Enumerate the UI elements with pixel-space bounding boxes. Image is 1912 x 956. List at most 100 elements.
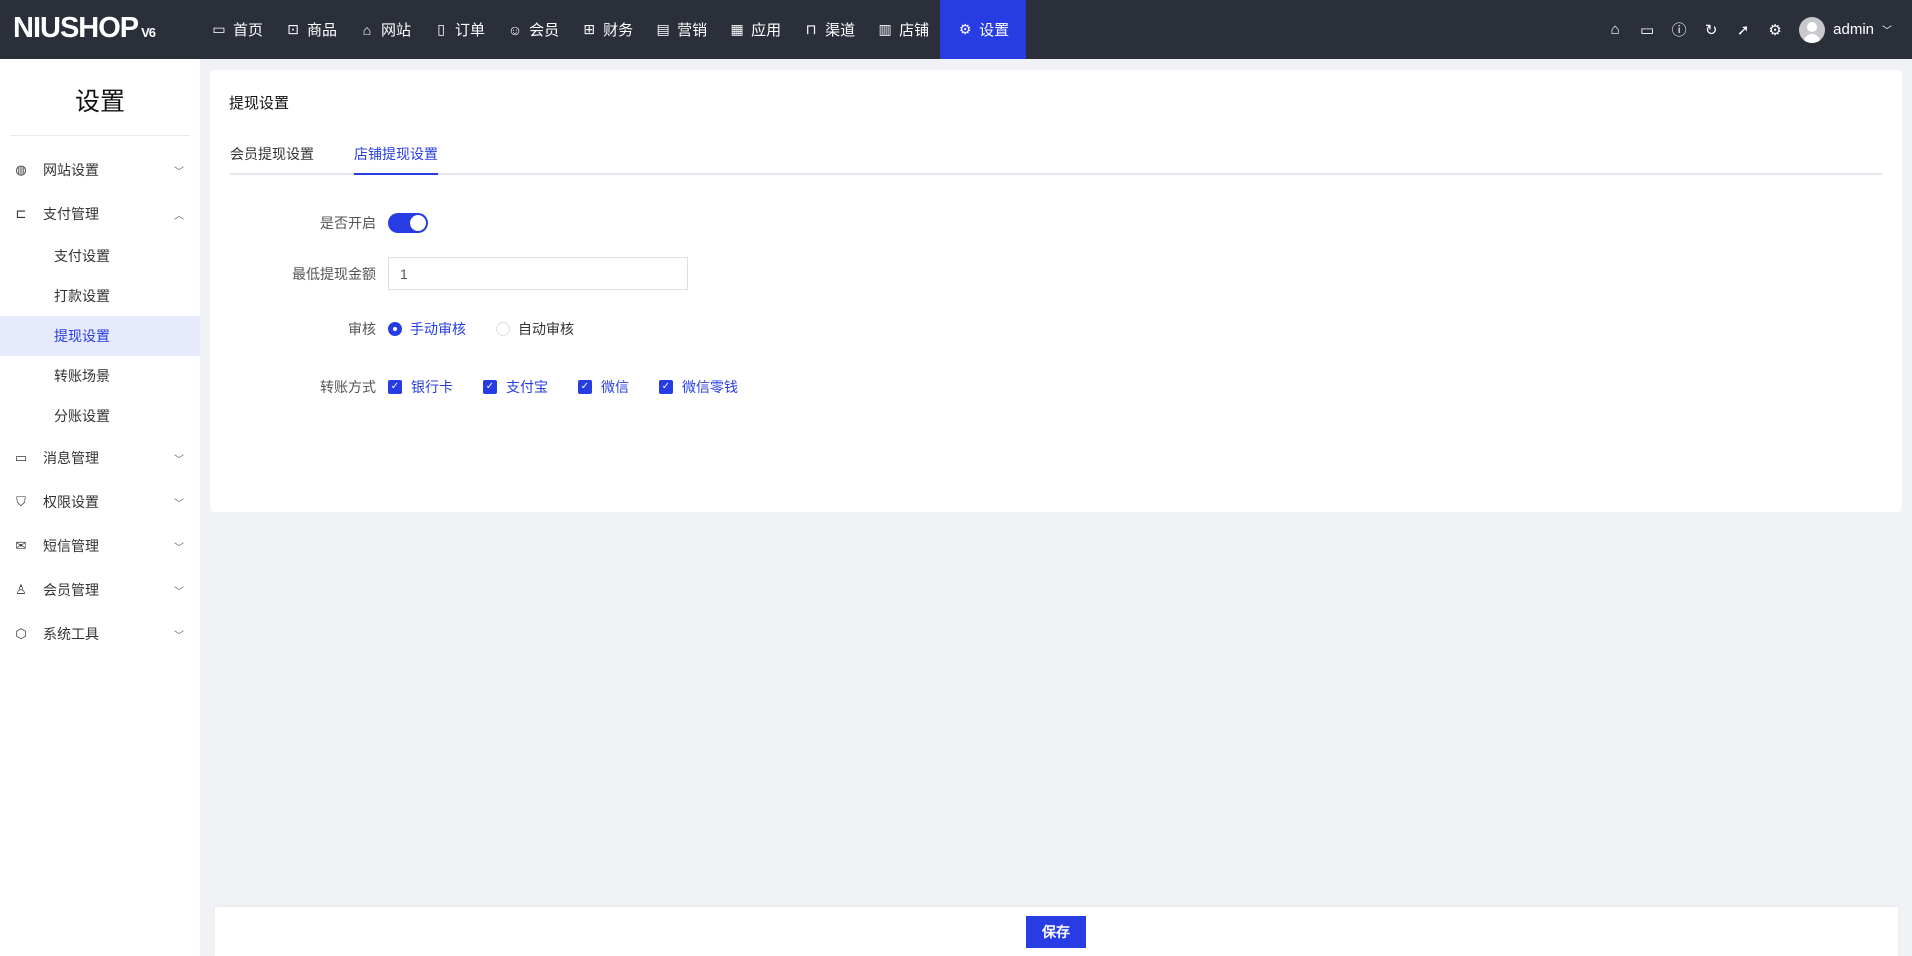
- nav-apps[interactable]: ▦ 应用: [718, 0, 792, 59]
- checkbox-checked-icon: ✓: [578, 380, 592, 394]
- audit-label: 审核: [348, 321, 376, 337]
- gear-icon: ⚙: [958, 21, 972, 37]
- checkbox-label: 支付宝: [506, 379, 548, 395]
- sidebar-title: 设置: [74, 88, 125, 116]
- save-button[interactable]: 保存: [1026, 916, 1086, 948]
- min-amount-row: 最低提现金额: [210, 257, 688, 290]
- chevron-up-icon: ︿: [174, 210, 184, 222]
- message-icon: ▭: [14, 450, 28, 465]
- transfer-label: 转账方式: [320, 379, 376, 395]
- nav-label: 设置: [979, 22, 1010, 39]
- finance-icon: ⊞: [583, 21, 595, 37]
- sidebar-item-tools[interactable]: ⬡ 系统工具 ﹀: [0, 612, 200, 656]
- gear-icon[interactable]: ⚙: [1767, 21, 1783, 39]
- nav-member[interactable]: ☺ 会员: [496, 0, 570, 59]
- shop-icon[interactable]: ⌂: [1607, 21, 1623, 38]
- logo[interactable]: NIUSHOP V6: [13, 12, 156, 45]
- nav-channel[interactable]: ⊓ 渠道: [792, 0, 866, 59]
- nav-finance[interactable]: ⊞ 财务: [570, 0, 644, 59]
- globe-icon: ◍: [15, 162, 27, 177]
- transfer-alipay-checkbox[interactable]: ✓ 支付宝: [483, 377, 548, 397]
- tab-member-withdraw[interactable]: 会员提现设置: [230, 143, 314, 175]
- sidebar-item-payment[interactable]: ⊏ 支付管理 ︿: [0, 192, 200, 236]
- member-icon: ☺: [507, 21, 523, 38]
- nav-label: 网站: [381, 22, 412, 39]
- sidebar-item-label: 权限设置: [43, 494, 99, 510]
- nav-store[interactable]: ▥ 店铺: [866, 0, 940, 59]
- sidebar-item-permission[interactable]: ⛉ 权限设置 ﹀: [0, 480, 200, 524]
- nav-settings[interactable]: ⚙ 设置: [940, 0, 1027, 59]
- nav-site[interactable]: ⌂ 网站: [348, 0, 422, 59]
- checkbox-checked-icon: ✓: [388, 380, 402, 394]
- nav-label: 店铺: [899, 22, 930, 39]
- avatar[interactable]: [1799, 16, 1826, 43]
- info-icon[interactable]: ⓘ: [1671, 19, 1687, 40]
- mail-icon: ✉: [15, 538, 27, 553]
- sidebar-item-website[interactable]: ◍ 网站设置 ﹀: [0, 148, 200, 192]
- page-title: 提现设置: [229, 95, 290, 112]
- main-nav: ▭ 首页 ⊡ 商品 ⌂ 网站 ▯ 订单 ☺ 会员 ⊞ 财务 ▤ 营销 ▦ 应用 ⊓ 渠道 ▥ 店铺 …: [200, 0, 1027, 59]
- logo-version: V6: [141, 25, 156, 40]
- transfer-bank-checkbox[interactable]: ✓ 银行卡: [388, 377, 453, 397]
- sidebar-sub-withdraw-settings[interactable]: 提现设置: [0, 316, 200, 356]
- sidebar: 设置 ◍ 网站设置 ﹀ ⊏ 支付管理 ︿ 支付设置 打款设置 提现设置 转账场景 分账设…: [0, 59, 200, 956]
- sidebar-item-label: 支付管理: [43, 206, 99, 222]
- clipboard-icon: ▯: [437, 21, 445, 37]
- sidebar-sub-split-settings[interactable]: 分账设置: [0, 396, 200, 436]
- username[interactable]: admin: [1833, 21, 1874, 38]
- chevron-down-icon: ﹀: [174, 454, 184, 466]
- box-icon: ⊡: [287, 21, 299, 37]
- radio-checked-icon: [388, 322, 402, 336]
- sidebar-item-sms[interactable]: ✉ 短信管理 ﹀: [0, 524, 200, 568]
- enable-toggle[interactable]: [388, 213, 428, 233]
- nav-goods[interactable]: ⊡ 商品: [274, 0, 348, 59]
- sidebar-item-label: 消息管理: [43, 450, 99, 466]
- chevron-down-icon: ﹀: [174, 498, 184, 510]
- checkbox-label: 微信零钱: [682, 379, 738, 395]
- nav-home[interactable]: ▭ 首页: [200, 0, 274, 59]
- tab-store-withdraw[interactable]: 店铺提现设置: [354, 143, 438, 175]
- sidebar-item-label: 短信管理: [43, 538, 99, 554]
- nav-marketing[interactable]: ▤ 营销: [644, 0, 718, 59]
- enable-label: 是否开启: [320, 215, 376, 231]
- sidebar-item-label: 系统工具: [43, 626, 99, 642]
- refresh-icon[interactable]: ↻: [1703, 21, 1719, 39]
- sidebar-item-message[interactable]: ▭ 消息管理 ﹀: [0, 436, 200, 480]
- chevron-down-icon: ﹀: [174, 166, 184, 178]
- top-bar: NIUSHOP V6 ▭ 首页 ⊡ 商品 ⌂ 网站 ▯ 订单 ☺ 会员 ⊞ 财务 ▤ 营销 ▦ 应…: [0, 0, 1912, 59]
- nav-label: 营销: [677, 22, 708, 39]
- sidebar-sub-pay-settings[interactable]: 支付设置: [0, 236, 200, 276]
- site-icon: ⌂: [362, 21, 372, 38]
- audit-auto-radio[interactable]: 自动审核: [496, 319, 574, 339]
- transfer-wechat-checkbox[interactable]: ✓ 微信: [578, 377, 629, 397]
- chevron-down-icon: ﹀: [174, 542, 184, 554]
- chevron-down-icon[interactable]: ﹀: [1882, 22, 1892, 37]
- user-gear-icon: ♙: [15, 582, 27, 597]
- audit-row: 审核 手动审核 自动审核: [210, 319, 604, 339]
- nav-order[interactable]: ▯ 订单: [422, 0, 496, 59]
- chevron-down-icon: ﹀: [174, 630, 184, 642]
- radio-unchecked-icon: [496, 322, 510, 336]
- enable-row: 是否开启: [210, 213, 428, 233]
- sidebar-sub-payout-settings[interactable]: 打款设置: [0, 276, 200, 316]
- sidebar-item-member[interactable]: ♙ 会员管理 ﹀: [0, 568, 200, 612]
- transfer-wechat-change-checkbox[interactable]: ✓ 微信零钱: [659, 377, 738, 397]
- message-icon[interactable]: ▭: [1639, 21, 1655, 39]
- apps-icon: ▦: [730, 21, 744, 37]
- audit-manual-radio[interactable]: 手动审核: [388, 319, 466, 339]
- sidebar-item-label: 网站设置: [43, 162, 99, 178]
- radio-label: 手动审核: [410, 321, 466, 337]
- channel-icon: ⊓: [805, 21, 817, 37]
- nav-label: 订单: [455, 22, 486, 39]
- transfer-row: 转账方式 ✓ 银行卡 ✓ 支付宝 ✓ 微信 ✓ 微信零钱: [210, 377, 768, 397]
- checkbox-label: 微信: [601, 379, 629, 395]
- min-amount-input[interactable]: [388, 257, 688, 290]
- store-icon: ▥: [878, 21, 892, 37]
- radio-label: 自动审核: [518, 321, 574, 337]
- logo-text: NIUSHOP: [13, 12, 139, 44]
- marketing-icon: ▤: [656, 21, 670, 37]
- sidebar-sub-transfer-scene[interactable]: 转账场景: [0, 356, 200, 396]
- rocket-icon[interactable]: ➚: [1735, 21, 1751, 39]
- tabs: 会员提现设置 店铺提现设置: [230, 143, 1882, 175]
- nav-label: 渠道: [825, 22, 856, 39]
